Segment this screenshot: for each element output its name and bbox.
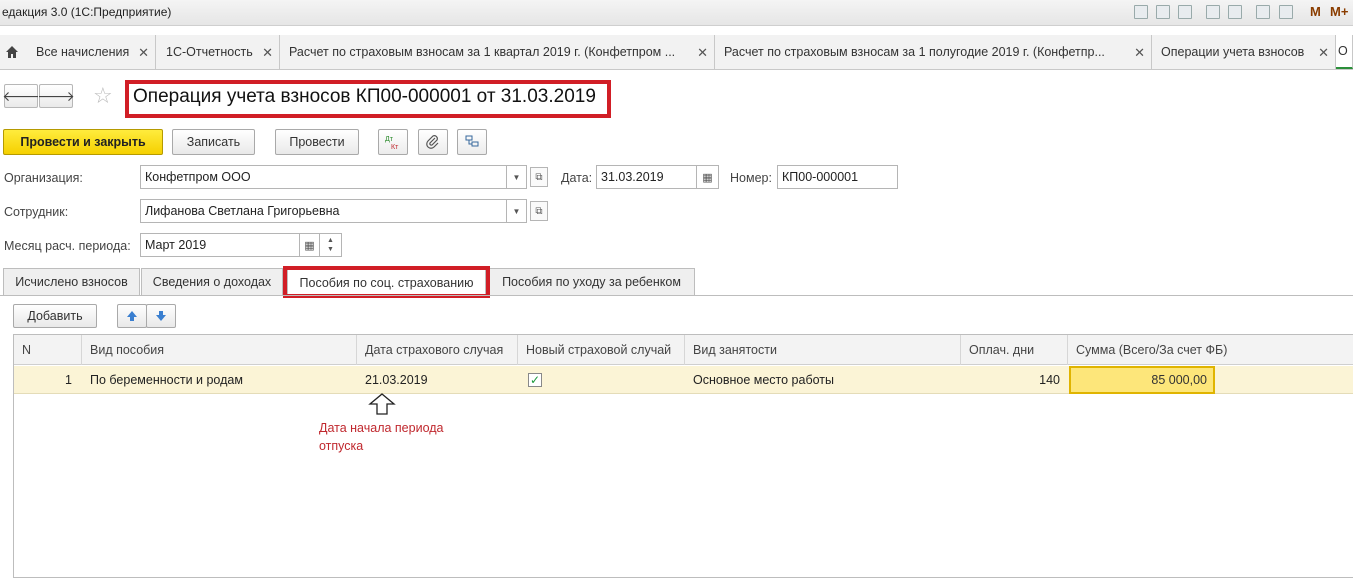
open-icon[interactable]: ⧉ — [530, 201, 548, 221]
tab-label: Расчет по страховым взносам за 1 квартал… — [289, 45, 676, 59]
preview-icon[interactable] — [1178, 5, 1192, 19]
column-header[interactable]: Вид занятости — [685, 335, 961, 365]
org-label: Организация: — [4, 171, 83, 185]
back-button[interactable]: 🡐 — [2, 84, 40, 108]
structure-icon[interactable] — [457, 129, 487, 155]
new-case-cell[interactable]: ✓ — [528, 366, 542, 394]
tab-label: Расчет по страховым взносам за 1 полугод… — [724, 45, 1105, 59]
paid-days-cell[interactable]: 140 — [961, 366, 1060, 394]
column-header[interactable]: Сумма (Всего/За счет ФБ) — [1068, 335, 1353, 365]
tab-highlight-frame — [283, 266, 490, 298]
post-button[interactable]: Провести — [275, 129, 359, 155]
date-field[interactable]: 31.03.2019 — [596, 165, 697, 189]
annotation-line: отпуска — [319, 439, 364, 453]
employee-field[interactable]: Лифанова Светлана Григорьевна — [140, 199, 507, 223]
date-label: Дата: — [561, 171, 593, 185]
calendar-icon[interactable]: ▦ — [300, 233, 320, 257]
close-icon[interactable]: ✕ — [262, 45, 273, 61]
tab-contribution-ops[interactable]: Операции учета взносов ✕ — [1152, 35, 1336, 69]
panel-divider — [0, 295, 1353, 296]
memory-button[interactable]: M — [1310, 4, 1321, 19]
calendar-icon[interactable] — [1279, 5, 1293, 19]
calculator-icon[interactable] — [1256, 5, 1270, 19]
tab-1c-reporting[interactable]: 1С-Отчетность ✕ — [157, 35, 280, 69]
close-icon[interactable]: ✕ — [138, 45, 149, 61]
close-icon[interactable]: ✕ — [1318, 45, 1329, 61]
close-icon[interactable]: ✕ — [697, 45, 708, 61]
download-icon[interactable] — [1206, 5, 1220, 19]
employment-cell[interactable]: Основное место работы — [693, 366, 834, 394]
calendar-icon[interactable]: ▦ — [697, 165, 719, 189]
insured-event-date-cell[interactable]: 21.03.2019 — [365, 366, 428, 394]
open-tabs-bar: Все начисления ✕ 1С-Отчетность ✕ Расчет по… — [0, 35, 1353, 70]
tab-report-h1[interactable]: Расчет по страховым взносам за 1 полугод… — [715, 35, 1152, 69]
table-row[interactable]: 1 По беременности и родам 21.03.2019 ✓ О… — [14, 366, 1353, 394]
tab-income-info[interactable]: Сведения о доходах — [141, 268, 283, 295]
tab-label: 1С-Отчетность — [166, 45, 253, 59]
move-down-icon[interactable] — [146, 304, 176, 328]
save-icon[interactable] — [1134, 5, 1148, 19]
table-header: N Вид пособия Дата страхового случая Нов… — [14, 335, 1353, 365]
tab-label: Все начисления — [36, 45, 130, 59]
column-header[interactable]: Новый страховой случай — [518, 335, 685, 365]
benefits-table: N Вид пособия Дата страхового случая Нов… — [13, 334, 1353, 578]
row-number: 1 — [65, 373, 72, 387]
tab-current[interactable]: О — [1336, 35, 1353, 69]
open-icon[interactable]: ⧉ — [530, 167, 548, 187]
home-icon[interactable] — [0, 35, 24, 69]
chevron-down-icon[interactable]: ▼ — [507, 199, 527, 223]
close-icon[interactable]: ✕ — [1134, 45, 1145, 61]
window-titlebar: едакция 3.0 (1С:Предприятие) M M+ — [0, 0, 1353, 26]
up-arrow-icon — [368, 393, 396, 418]
favorite-star-icon[interactable]: ☆ — [93, 83, 113, 109]
benefit-kind-cell[interactable]: По беременности и родам — [90, 366, 243, 394]
window-title: едакция 3.0 (1С:Предприятие) — [2, 5, 172, 19]
tab-label: Операции учета взносов — [1161, 45, 1305, 59]
tab-label: О — [1338, 44, 1348, 58]
month-stepper[interactable]: ▲ ▼ — [320, 233, 342, 257]
number-field[interactable]: КП00-000001 — [777, 165, 898, 189]
dt-kt-icon[interactable]: Дт Кт — [378, 129, 408, 155]
column-header[interactable]: Дата страхового случая — [357, 335, 518, 365]
document-title: Операция учета взносов КП00-000001 от 31… — [133, 86, 596, 107]
save-button[interactable]: Записать — [172, 129, 255, 155]
memory-plus-button[interactable]: M+ — [1330, 4, 1348, 19]
chevron-down-icon[interactable]: ▼ — [507, 165, 527, 189]
column-header[interactable]: Оплач. дни — [961, 335, 1068, 365]
checkbox-checked-icon[interactable]: ✓ — [528, 373, 542, 387]
sum-cell[interactable]: 85 000,00 — [1069, 366, 1215, 394]
attachment-icon[interactable] — [418, 129, 448, 155]
month-field[interactable]: Март 2019 — [140, 233, 300, 257]
upload-icon[interactable] — [1228, 5, 1242, 19]
column-header[interactable]: N — [14, 335, 82, 365]
tab-report-q1[interactable]: Расчет по страховым взносам за 1 квартал… — [280, 35, 715, 69]
svg-text:Кт: Кт — [391, 144, 399, 150]
print-icon[interactable] — [1156, 5, 1170, 19]
number-label: Номер: — [730, 171, 772, 185]
tab-calculated-contributions[interactable]: Исчислено взносов — [3, 268, 140, 295]
move-up-icon[interactable] — [117, 304, 147, 328]
month-label: Месяц расч. периода: — [4, 239, 131, 253]
organization-field[interactable]: Конфетпром ООО — [140, 165, 507, 189]
annotation-line: Дата начала периода — [319, 421, 444, 435]
annotation-note: Дата начала периода отпуска — [319, 419, 444, 455]
svg-text:Дт: Дт — [385, 136, 394, 143]
tab-childcare-benefits[interactable]: Пособия по уходу за ребенком — [488, 268, 695, 295]
column-header[interactable]: Вид пособия — [82, 335, 357, 365]
employee-label: Сотрудник: — [4, 205, 69, 219]
forward-button[interactable]: 🡒 — [37, 84, 75, 108]
add-button[interactable]: Добавить — [13, 304, 97, 328]
tab-all-accruals[interactable]: Все начисления ✕ — [27, 35, 156, 69]
post-and-close-button[interactable]: Провести и закрыть — [3, 129, 163, 155]
